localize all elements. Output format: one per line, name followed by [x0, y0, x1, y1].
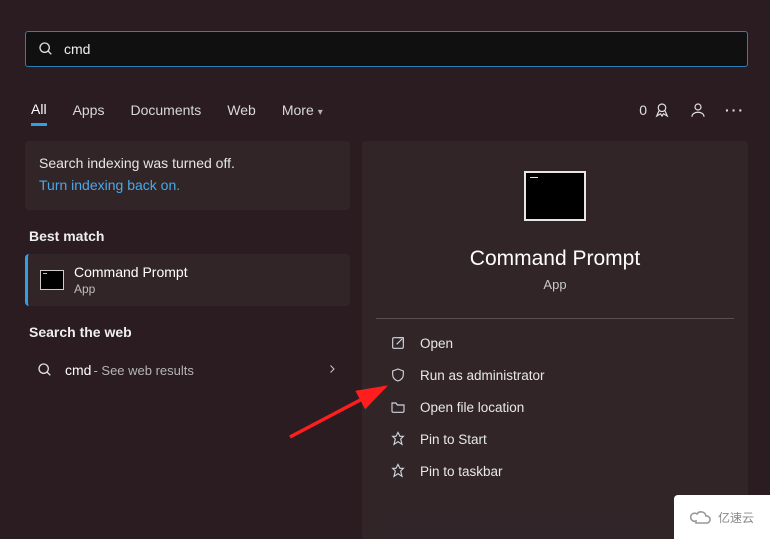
indexing-message: Search indexing was turned off.: [39, 153, 336, 175]
preview-actions: Open Run as administrator Open file loca…: [376, 327, 734, 487]
tab-more[interactable]: More▾: [282, 96, 323, 124]
chevron-right-icon: [326, 362, 338, 378]
cmd-icon: [40, 270, 64, 290]
best-match-item[interactable]: Command Prompt App: [25, 254, 350, 306]
action-pin-taskbar-label: Pin to taskbar: [420, 464, 503, 479]
action-run-admin-label: Run as administrator: [420, 368, 545, 383]
indexing-link[interactable]: Turn indexing back on.: [39, 175, 336, 197]
action-pin-start-label: Pin to Start: [420, 432, 487, 447]
action-open[interactable]: Open: [386, 327, 724, 359]
best-match-subtitle: App: [74, 282, 188, 296]
pin-icon: [390, 463, 406, 479]
section-best-match: Best match: [29, 228, 346, 244]
watermark: 亿速云: [674, 495, 770, 539]
shield-icon: [390, 367, 406, 383]
search-input[interactable]: [64, 41, 735, 57]
action-run-admin[interactable]: Run as administrator: [386, 359, 724, 391]
cloud-icon: [690, 508, 714, 526]
search-icon: [38, 41, 54, 57]
action-open-location-label: Open file location: [420, 400, 524, 415]
medal-icon: [653, 101, 671, 119]
pin-icon: [390, 431, 406, 447]
web-result-suffix: - See web results: [93, 363, 193, 378]
rewards-count: 0: [639, 102, 647, 118]
results-column: Search indexing was turned off. Turn ind…: [25, 141, 350, 390]
action-open-label: Open: [420, 336, 453, 351]
web-result-query: cmd: [65, 362, 91, 378]
tab-apps[interactable]: Apps: [73, 96, 105, 124]
tab-all[interactable]: All: [31, 95, 47, 126]
indexing-notice: Search indexing was turned off. Turn ind…: [25, 141, 350, 210]
preview-panel: Command Prompt App Open Run as administr…: [362, 141, 748, 539]
preview-subtitle: App: [543, 277, 566, 292]
open-icon: [390, 335, 406, 351]
web-result-item[interactable]: cmd - See web results: [25, 350, 350, 390]
more-options-button[interactable]: ···: [725, 102, 745, 118]
search-icon: [37, 362, 53, 378]
search-bar[interactable]: [25, 31, 748, 67]
tab-web[interactable]: Web: [227, 96, 256, 124]
action-pin-start[interactable]: Pin to Start: [386, 423, 724, 455]
preview-app-icon: [524, 171, 586, 221]
tab-documents[interactable]: Documents: [130, 96, 201, 124]
account-button[interactable]: [689, 101, 707, 119]
action-pin-taskbar[interactable]: Pin to taskbar: [386, 455, 724, 487]
divider: [376, 318, 734, 319]
action-open-location[interactable]: Open file location: [386, 391, 724, 423]
section-search-web: Search the web: [29, 324, 346, 340]
person-icon: [689, 101, 707, 119]
tabs-row: All Apps Documents Web More▾ 0 ···: [31, 90, 745, 130]
preview-title: Command Prompt: [470, 247, 640, 271]
rewards-button[interactable]: 0: [639, 101, 671, 119]
folder-icon: [390, 399, 406, 415]
best-match-title: Command Prompt: [74, 264, 188, 280]
header-controls: 0 ···: [639, 101, 745, 119]
chevron-down-icon: ▾: [318, 107, 323, 118]
watermark-text: 亿速云: [718, 509, 754, 526]
